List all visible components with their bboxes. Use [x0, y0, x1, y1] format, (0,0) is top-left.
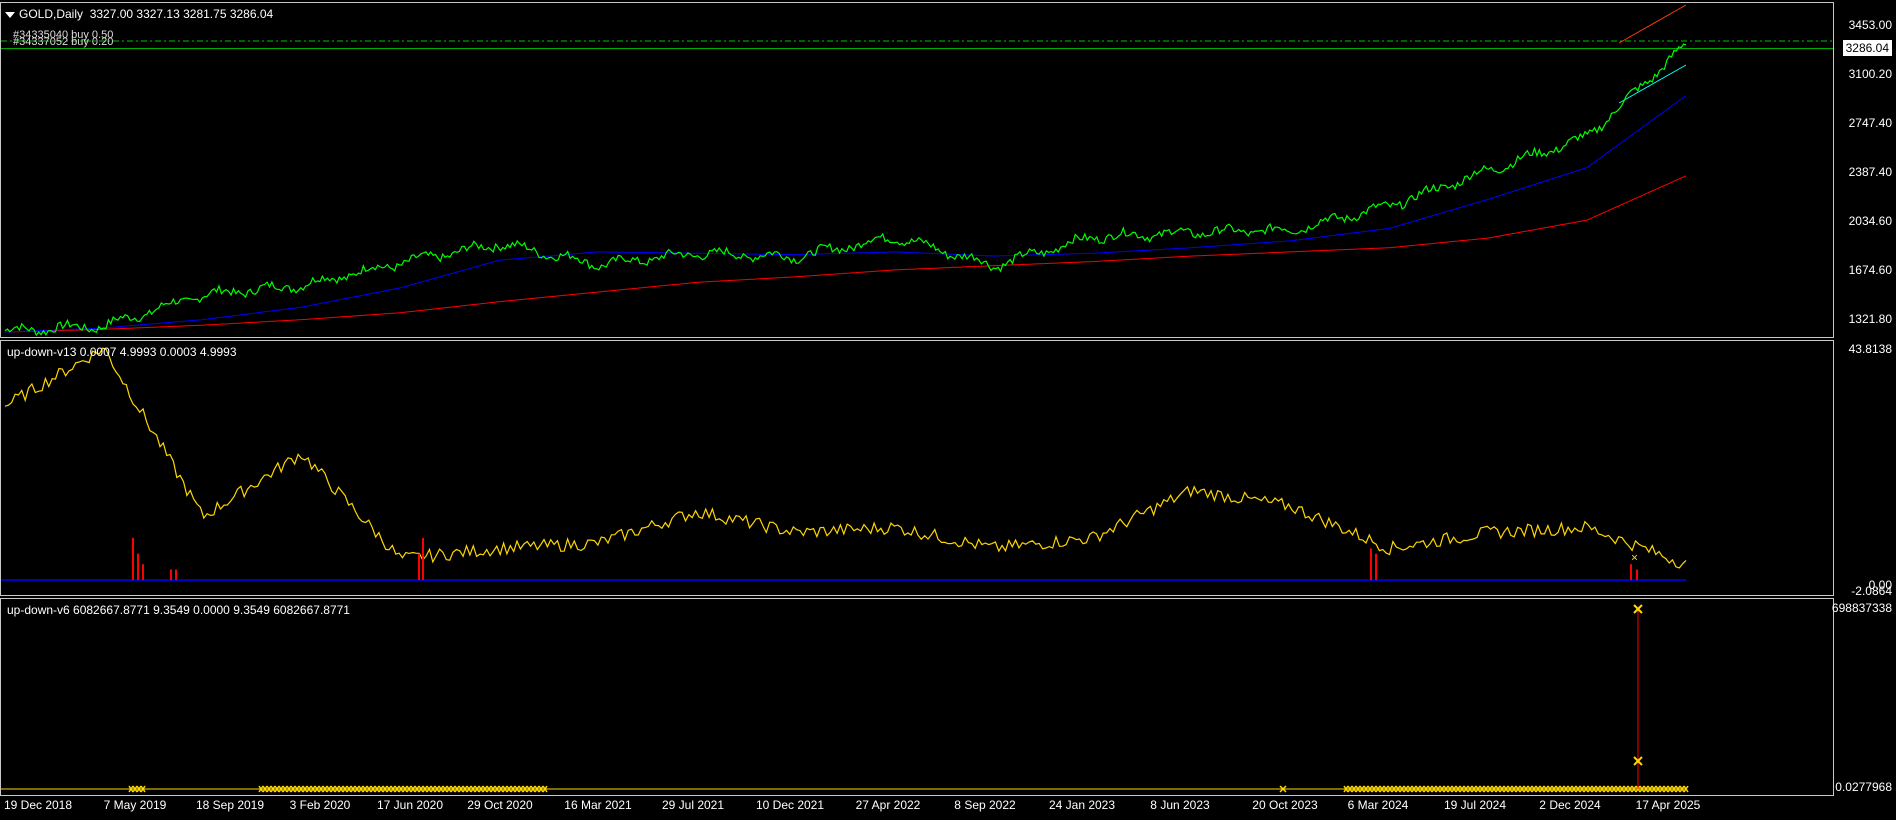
indicator1-chart: × [1, 347, 1687, 581]
x-label: 29 Jul 2021 [661, 798, 725, 812]
series-line-2 [4, 175, 1687, 333]
y-label: 3453.00 [1848, 18, 1892, 32]
ind2-y-bottom: 0.0277968 [1835, 780, 1892, 794]
indicator2-title: up-down-v6 6082667.8771 9.3549 0.0000 9.… [7, 603, 350, 617]
x-label: 19 Dec 2018 [3, 798, 73, 812]
indicator2-pane[interactable]: up-down-v6 6082667.8771 9.3549 0.0000 9.… [0, 598, 1834, 796]
price-pane[interactable]: GOLD,Daily 3327.00 3327.13 3281.75 3286.… [0, 2, 1834, 338]
x-label: 6 Mar 2024 [1347, 798, 1409, 812]
x-label: 20 Oct 2023 [1252, 798, 1318, 812]
x-label: 8 Sep 2022 [954, 798, 1016, 812]
x-label: 18 Sep 2019 [195, 798, 265, 812]
y-label: 2747.40 [1848, 116, 1892, 130]
x-label: 7 May 2019 [103, 798, 167, 812]
x-label: 17 Jun 2020 [376, 798, 444, 812]
collapse-triangle-icon[interactable] [5, 11, 15, 18]
current-price-box: 3286.04 [1842, 40, 1892, 56]
indicator2-chart [1, 604, 1689, 793]
chart-title: GOLD,Daily 3327.00 3327.13 3281.75 3286.… [5, 7, 273, 21]
symbol-label: GOLD,Daily [19, 7, 84, 21]
osc-line [4, 347, 1687, 569]
cross-marker: × [1631, 551, 1638, 565]
x-label: 10 Dec 2021 [755, 798, 825, 812]
price-chart [1, 4, 1833, 337]
y-label: 1321.80 [1848, 312, 1892, 326]
x-label: 3 Feb 2020 [289, 798, 351, 812]
x-label: 27 Apr 2022 [855, 798, 921, 812]
y-label: 2034.60 [1848, 214, 1892, 228]
ind1-y-bottom-b: -2.0864 [1851, 584, 1892, 598]
order-label-2[interactable]: #34337052 buy 0.20 [13, 36, 113, 48]
x-label: 29 Oct 2020 [467, 798, 533, 812]
channel-upper-line [1618, 4, 1687, 44]
x-label: 8 Jun 2023 [1150, 798, 1210, 812]
x-label: 17 Apr 2025 [1635, 798, 1701, 812]
ohlc-label: 3327.00 3327.13 3281.75 3286.04 [89, 7, 274, 21]
y-label: 1674.60 [1848, 263, 1892, 277]
y-label: 2387.40 [1848, 165, 1892, 179]
y-label: 3100.20 [1848, 67, 1892, 81]
x-label: 2 Dec 2024 [1539, 798, 1601, 812]
time-axis[interactable]: 19 Dec 2018 7 May 2019 18 Sep 2019 3 Feb 20… [0, 796, 1834, 820]
x-label: 24 Jan 2023 [1048, 798, 1116, 812]
indicator1-title: up-down-v13 0.0007 4.9993 0.0003 4.9993 [7, 345, 237, 359]
series-line-0 [4, 43, 1687, 337]
ind2-y-top: 698837338 [1831, 601, 1892, 615]
x-label: 19 Jul 2024 [1443, 798, 1507, 812]
channel-lower-line [1618, 64, 1687, 104]
series-line-1 [4, 95, 1687, 333]
indicator1-pane[interactable]: × up-down-v13 0.0007 4.9993 0.0003 4.999… [0, 340, 1834, 596]
x-label: 16 Mar 2021 [564, 798, 632, 812]
price-axis[interactable]: 3453.00 3286.04 3100.20 2747.40 2387.40 … [1831, 0, 1896, 798]
ind1-y-top: 43.8138 [1848, 342, 1892, 356]
